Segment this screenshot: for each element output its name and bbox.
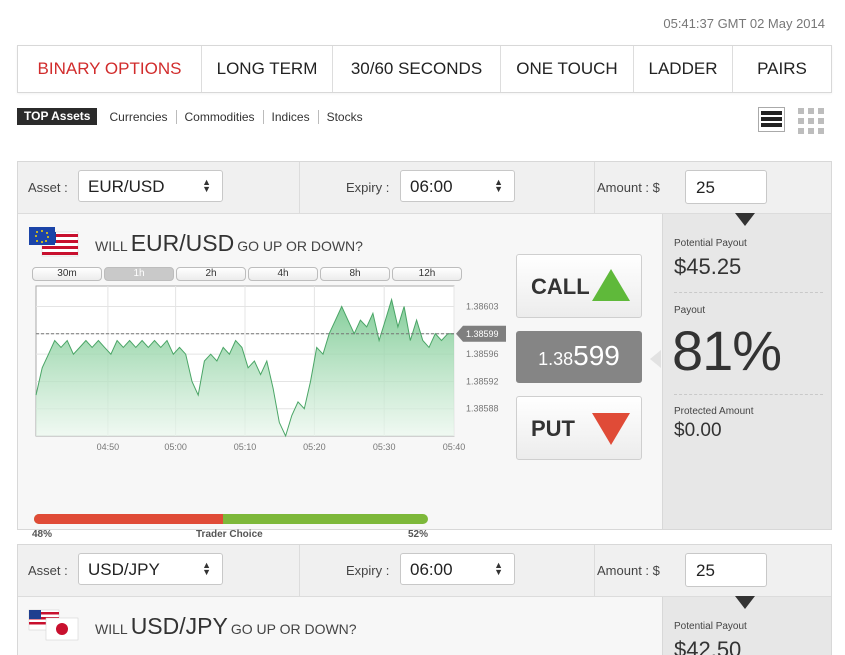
main-nav: BINARY OPTIONS LONG TERM 30/60 SECONDS O… [17,45,832,93]
tab-one-touch[interactable]: ONE TOUCH [501,46,634,92]
tab-pairs[interactable]: PAIRS [733,46,831,92]
potential-payout-label: Potential Payout [674,621,747,632]
chart-x-tick-label: 05:20 [303,442,326,452]
timeframe-1h[interactable]: 1h [104,267,174,281]
eu-us-flag-icon [29,227,79,257]
asset-select[interactable]: USD/JPY ▲ ▼ [78,553,223,585]
chart-y-tick-label: 1.38592 [466,376,499,386]
filter-top-assets[interactable]: TOP Assets [17,108,98,125]
amount-label: Amount : $ [597,563,660,578]
question-asset: EUR/USD [130,230,235,256]
chart-x-tick-label: 04:50 [97,442,120,452]
payout-sidebar: Potential Payout $45.25 Payout 81% Prote… [662,213,831,529]
trader-choice-put-fill [34,514,224,524]
potential-payout-label: Potential Payout [674,238,747,249]
put-label: PUT [531,416,575,441]
sidebar-pointer-icon [735,596,755,609]
expiry-select-value: 06:00 [410,177,453,196]
payout-label: Payout [674,305,706,316]
amount-input[interactable]: 25 [685,170,767,204]
protected-amount-value: $0.00 [674,420,722,441]
option-body: WILL USD/JPY GO UP OR DOWN? Potential Pa… [18,596,831,655]
amount-input[interactable]: 25 [685,553,767,587]
asset-label: Asset : [28,180,68,195]
question-will: WILL [95,238,128,254]
current-price-display: 1.38599 [516,331,642,383]
asset-label: Asset : [28,563,68,578]
option-controls: Asset : EUR/USD ▲ ▼ Expiry : 06:00 ▲ ▼ Amo… [18,162,831,214]
asset-select-value: USD/JPY [88,560,160,579]
chart-x-tick-label: 05:10 [234,442,257,452]
payout-sidebar: Potential Payout $42.50 [662,596,831,655]
expiry-select[interactable]: 06:00 ▲ ▼ [400,553,515,585]
potential-payout-value: $45.25 [674,254,742,279]
filter-currencies[interactable]: Currencies [101,110,175,124]
select-arrows-icon: ▲ ▼ [494,560,503,577]
tab-long-term[interactable]: LONG TERM [202,46,333,92]
question-heading: WILL USD/JPY GO UP OR DOWN? [95,613,357,640]
option-body: WILL EUR/USD GO UP OR DOWN? 30m 1h 2h 4h… [18,213,831,540]
trader-choice-bar [34,514,428,524]
put-button[interactable]: PUT [516,396,642,460]
protected-amount-label: Protected Amount [674,406,754,417]
timeframe-12h[interactable]: 12h [392,267,462,281]
asset-filter: TOP Assets Currencies Commodities Indice… [17,108,371,125]
question-asset: USD/JPY [130,613,228,639]
timeframe-4h[interactable]: 4h [248,267,318,281]
trader-put-pct: 48% [32,529,53,540]
chart-y-tick-label: 1.38603 [466,301,499,311]
call-label: CALL [531,274,590,299]
select-arrows-icon: ▲ ▼ [202,177,211,194]
price-pips: 599 [573,340,620,371]
option-controls: Asset : USD/JPY ▲ ▼ Expiry : 06:00 ▲ ▼ Amo… [18,545,831,597]
call-button[interactable]: CALL [516,254,642,318]
filter-indices[interactable]: Indices [262,109,318,124]
tab-ladder[interactable]: LADDER [634,46,733,92]
question-heading: WILL EUR/USD GO UP OR DOWN? [95,230,363,257]
expiry-select[interactable]: 06:00 ▲ ▼ [400,170,515,202]
price-chart: 1.386031.385991.385961.385921.385881.385… [35,285,506,452]
chart-current-price-label: 1.38599 [466,329,499,339]
tab-30-60-seconds[interactable]: 30/60 SECONDS [333,46,501,92]
tab-binary-options[interactable]: BINARY OPTIONS [18,46,202,92]
grid-view-icon[interactable] [797,107,824,134]
expiry-label: Expiry : [346,563,390,578]
option-panel-usdjpy: Asset : USD/JPY ▲ ▼ Expiry : 06:00 ▲ ▼ Amo… [17,544,832,655]
timeframe-30m[interactable]: 30m [32,267,102,281]
arrow-down-icon [592,413,630,445]
chart-x-tick-label: 05:00 [164,442,187,452]
chart-x-tick-label: 05:40 [443,442,466,452]
price-pointer-icon [650,350,661,368]
amount-label: Amount : $ [597,180,660,195]
chart-y-tick-label: 1.38596 [466,349,499,359]
asset-select-value: EUR/USD [88,177,165,196]
question-will: WILL [95,621,128,637]
payout-percent: 81% [672,319,782,382]
potential-payout-value: $42.50 [674,637,742,655]
asset-select[interactable]: EUR/USD ▲ ▼ [78,170,223,202]
timeframe-8h[interactable]: 8h [320,267,390,281]
arrow-up-icon [592,269,630,301]
sidebar-pointer-icon [735,213,755,226]
server-clock: 05:41:37 GMT 02 May 2014 [663,16,825,31]
expiry-label: Expiry : [346,180,390,195]
timeframe-2h[interactable]: 2h [176,267,246,281]
question-up-down: GO UP OR DOWN? [237,238,363,254]
filter-stocks[interactable]: Stocks [317,109,371,124]
trader-choice-label: Trader Choice [196,529,263,540]
select-arrows-icon: ▲ ▼ [202,560,211,577]
list-view-icon[interactable] [758,107,785,132]
filter-commodities[interactable]: Commodities [175,109,263,124]
option-panel-eurusd: Asset : EUR/USD ▲ ▼ Expiry : 06:00 ▲ ▼ Amo… [17,161,832,540]
us-jp-flag-icon [28,609,79,641]
question-up-down: GO UP OR DOWN? [230,621,357,637]
timeframe-tabs: 30m 1h 2h 4h 8h 12h [32,267,464,281]
trader-call-pct: 52% [408,529,429,540]
price-prefix: 1.38 [538,349,574,369]
expiry-select-value: 06:00 [410,560,453,579]
select-arrows-icon: ▲ ▼ [494,177,503,194]
chart-x-tick-label: 05:30 [373,442,396,452]
chart-y-tick-label: 1.38588 [466,404,499,414]
